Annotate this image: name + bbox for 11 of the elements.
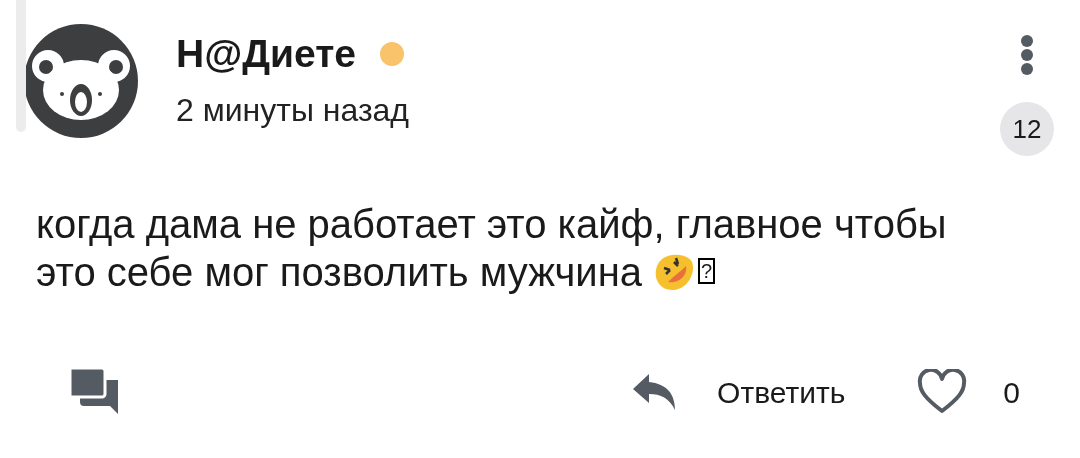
count-badge: 12 (1000, 102, 1054, 156)
comment-text: это себе мог позволить мужчина (36, 249, 642, 296)
username[interactable]: Н@Диете (176, 32, 356, 76)
comment-text: когда дама не работает это кайф, главное чтобы (36, 201, 947, 248)
more-icon[interactable] (1020, 34, 1034, 76)
reply-arrow-icon[interactable] (631, 372, 678, 412)
timestamp: 2 минуты назад (176, 92, 410, 128)
reply-link[interactable]: Ответить (717, 369, 846, 415)
like-count: 0 (1003, 374, 1020, 411)
missing-glyph: ? (698, 258, 716, 284)
heart-icon[interactable] (917, 369, 968, 415)
